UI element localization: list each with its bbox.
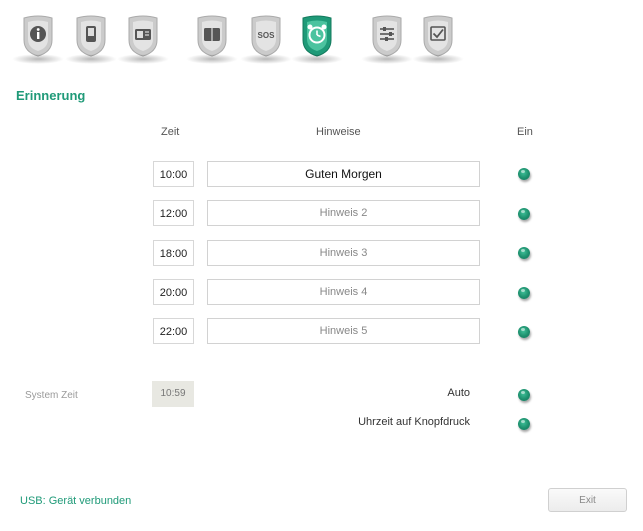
- reminder-note-input[interactable]: Hinweis 3: [207, 240, 480, 266]
- auto-radio[interactable]: [518, 389, 530, 401]
- info-icon: [23, 15, 53, 57]
- contact-card-icon: [128, 15, 158, 57]
- checklist-icon: [423, 15, 453, 57]
- shadow: [65, 54, 117, 64]
- sos-icon: SOS: [251, 15, 281, 57]
- reminder-note-input[interactable]: Guten Morgen: [207, 161, 480, 187]
- reminder-on-radio[interactable]: [518, 208, 530, 220]
- system-time-value: 10:59: [152, 381, 194, 407]
- reminder-on-radio[interactable]: [518, 326, 530, 338]
- tab-settings[interactable]: [361, 14, 413, 64]
- phonebook-icon: [197, 15, 227, 57]
- system-time-label: System Zeit: [25, 390, 78, 401]
- section-title: Erinnerung: [16, 88, 86, 103]
- shadow: [291, 54, 343, 64]
- reminder-note-input[interactable]: Hinweis 4: [207, 279, 480, 305]
- tab-checklist[interactable]: [412, 14, 464, 64]
- tab-contact-card[interactable]: [117, 14, 169, 64]
- shadow: [412, 54, 464, 64]
- usb-status: USB: Gerät verbunden: [20, 495, 132, 507]
- tab-phonebook[interactable]: [186, 14, 238, 64]
- reminder-note-input[interactable]: Hinweis 2: [207, 200, 480, 226]
- tab-phone[interactable]: [65, 14, 117, 64]
- header-notes: Hinweise: [316, 126, 361, 138]
- reminder-on-radio[interactable]: [518, 168, 530, 180]
- button-press-time-label: Uhrzeit auf Knopfdruck: [358, 416, 470, 428]
- tab-sos[interactable]: SOS: [240, 14, 292, 64]
- settings-sliders-icon: [372, 15, 402, 57]
- header-time: Zeit: [161, 126, 180, 138]
- auto-label: Auto: [447, 387, 470, 399]
- reminder-note-input[interactable]: Hinweis 5: [207, 318, 480, 344]
- top-toolbar: SOS: [0, 0, 643, 75]
- reminder-on-radio[interactable]: [518, 247, 530, 259]
- shadow: [361, 54, 413, 64]
- shadow: [12, 54, 64, 64]
- phone-icon: [76, 15, 106, 57]
- shadow: [240, 54, 292, 64]
- shadow: [186, 54, 238, 64]
- reminder-time-input[interactable]: 18:00: [153, 240, 194, 266]
- exit-button[interactable]: Exit: [548, 488, 627, 512]
- svg-text:SOS: SOS: [258, 31, 276, 40]
- tab-info[interactable]: [12, 14, 64, 64]
- reminder-on-radio[interactable]: [518, 287, 530, 299]
- reminder-time-input[interactable]: 12:00: [153, 200, 194, 226]
- reminder-time-input[interactable]: 22:00: [153, 318, 194, 344]
- reminder-time-input[interactable]: 10:00: [153, 161, 194, 187]
- button-press-time-radio[interactable]: [518, 418, 530, 430]
- alarm-clock-icon: [302, 15, 332, 57]
- tab-alarm[interactable]: [291, 14, 343, 64]
- shadow: [117, 54, 169, 64]
- header-on: Ein: [517, 126, 533, 138]
- reminder-time-input[interactable]: 20:00: [153, 279, 194, 305]
